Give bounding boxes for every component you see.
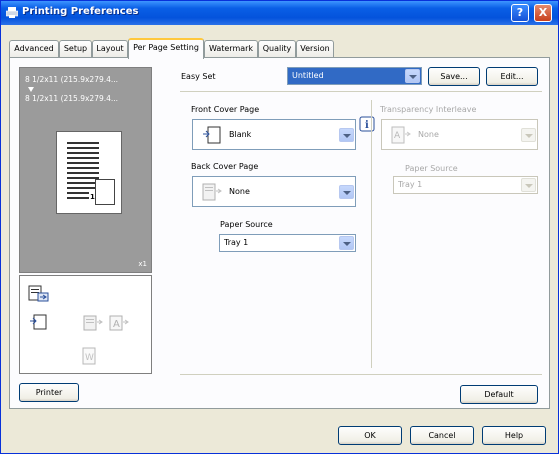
svg-text:W: W xyxy=(85,353,94,363)
help-button[interactable]: Help xyxy=(482,426,546,445)
front-cover-value: Blank xyxy=(229,130,252,139)
back-cover-dropdown[interactable]: None xyxy=(192,176,356,207)
svg-text:A: A xyxy=(394,131,401,141)
vertical-divider xyxy=(371,100,372,368)
default-button[interactable]: Default xyxy=(460,385,538,404)
preview-page-number: 1 xyxy=(90,193,95,201)
easy-set-value: Untitled xyxy=(292,71,324,80)
info-icon[interactable]: i xyxy=(359,116,375,132)
easy-set-dropdown[interactable]: Untitled xyxy=(287,67,422,85)
chevron-down-icon[interactable] xyxy=(521,128,536,142)
chevron-down-icon[interactable] xyxy=(339,236,354,250)
divider xyxy=(180,91,542,92)
ok-button[interactable]: OK xyxy=(338,426,402,445)
transparency-paper-source-dropdown[interactable]: Tray 1 xyxy=(393,176,538,194)
chevron-down-icon[interactable] xyxy=(339,128,354,142)
back-cover-label: Back Cover Page xyxy=(191,162,259,171)
window-title: Printing Preferences xyxy=(22,6,139,17)
page-preview: 8 1/2x11 (215.9x279.4... 8 1/2x11 (215.9… xyxy=(19,67,152,273)
tab-quality[interactable]: Quality xyxy=(258,40,296,58)
bottom-divider xyxy=(180,374,542,375)
printing-preferences-window: Printing Preferences ? X Advanced Setup … xyxy=(0,0,559,454)
tab-advanced[interactable]: Advanced xyxy=(9,40,59,58)
back-cover-page-icon xyxy=(202,183,222,201)
edit-button[interactable]: Edit... xyxy=(486,67,538,86)
help-icon[interactable]: ? xyxy=(511,4,529,22)
svg-text:i: i xyxy=(365,120,369,131)
back-cover-value: None xyxy=(229,187,250,196)
watermark-page-icon: W xyxy=(82,347,96,365)
tab-layout[interactable]: Layout xyxy=(92,40,128,58)
tab-per-page-setting[interactable]: Per Page Setting xyxy=(128,38,204,59)
easy-set-label: Easy Set xyxy=(181,72,216,81)
front-cover-page-icon xyxy=(203,126,221,144)
transparency-interleave-value: None xyxy=(418,130,439,139)
feature-icon-panel: A W xyxy=(19,275,152,374)
preview-original-size: 8 1/2x11 (215.9x279.4... xyxy=(25,75,119,84)
preview-output-size: 8 1/2x11 (215.9x279.4... xyxy=(25,94,119,103)
printer-icon xyxy=(6,7,18,18)
preview-mini-page xyxy=(95,179,115,205)
preview-copies: x1 xyxy=(138,260,147,268)
tray-feed-icon xyxy=(28,285,49,302)
transparency-interleave-dropdown[interactable]: A None xyxy=(381,119,538,150)
chevron-down-icon[interactable] xyxy=(521,178,536,192)
back-cover-icon xyxy=(83,315,103,331)
front-cover-label: Front Cover Page xyxy=(191,105,260,114)
paper-source-value: Tray 1 xyxy=(224,238,249,247)
cancel-button[interactable]: Cancel xyxy=(410,426,474,445)
front-cover-icon xyxy=(30,314,47,330)
tab-panel: 8 1/2x11 (215.9x279.4... 8 1/2x11 (215.9… xyxy=(9,57,550,409)
transparency-paper-source-label: Paper Source xyxy=(405,164,458,173)
tab-setup[interactable]: Setup xyxy=(59,40,92,58)
paper-source-label: Paper Source xyxy=(220,220,273,229)
transparency-paper-source-value: Tray 1 xyxy=(398,180,423,189)
save-button[interactable]: Save... xyxy=(428,67,480,86)
close-icon[interactable]: X xyxy=(534,4,552,22)
transparency-page-icon: A xyxy=(391,126,411,144)
transparency-interleave-label: Transparency Interleave xyxy=(380,105,477,114)
paper-source-dropdown[interactable]: Tray 1 xyxy=(219,234,356,252)
tab-version[interactable]: Version xyxy=(296,40,334,58)
chevron-down-icon[interactable] xyxy=(339,185,354,199)
preview-page: 1 xyxy=(56,131,122,214)
chevron-down-icon[interactable] xyxy=(405,69,420,83)
front-cover-dropdown[interactable]: Blank xyxy=(192,119,356,150)
tab-watermark[interactable]: Watermark xyxy=(204,40,258,58)
transparency-interleave-icon: A xyxy=(109,315,129,331)
title-bar[interactable]: Printing Preferences ? X xyxy=(1,1,558,25)
printer-button[interactable]: Printer xyxy=(19,383,79,402)
down-arrow-icon xyxy=(28,87,34,92)
svg-text:A: A xyxy=(113,319,120,330)
